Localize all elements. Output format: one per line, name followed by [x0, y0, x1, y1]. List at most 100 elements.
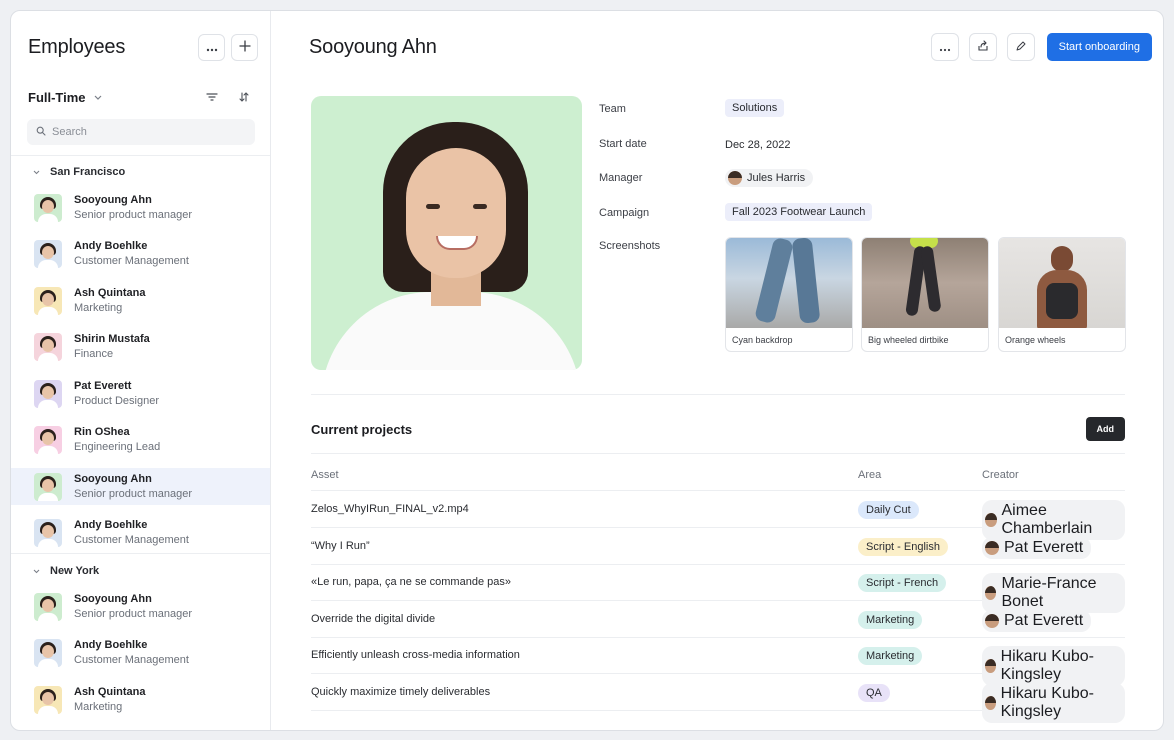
employee-list-item[interactable]: Ash Quintana Marketing: [11, 681, 270, 718]
chevron-down-icon[interactable]: [94, 92, 102, 102]
page-title: Sooyoung Ahn: [309, 36, 437, 58]
area-tag[interactable]: QA: [858, 684, 890, 702]
table-row[interactable]: Override the digital divide Marketing Pat …: [311, 601, 1125, 638]
screenshot-thumbnail: [862, 238, 988, 328]
campaign-label: Campaign: [599, 207, 650, 219]
employment-type-dropdown[interactable]: Full-Time: [28, 90, 86, 105]
table-row[interactable]: «Le run, papa, ça ne se commande pas» Scr…: [311, 564, 1125, 614]
table-row[interactable]: “Why I Run” Script - English Pat Everett: [311, 528, 1125, 565]
avatar: [34, 639, 62, 667]
campaign-value: Fall 2023 Footwear Launch: [725, 203, 873, 221]
screenshots-label: Screenshots: [599, 240, 661, 252]
employee-name: Ash Quintana: [74, 286, 146, 299]
app-window: Employees Full-Time Search San Francisco…: [10, 10, 1164, 731]
more-horizontal-icon: [939, 39, 951, 55]
creator-chip[interactable]: Hikaru Kubo-Kingsley: [982, 683, 1125, 723]
chevron-down-icon: [33, 168, 40, 177]
employee-list-item[interactable]: Andy Boehlke Customer Management: [11, 635, 270, 672]
area-cell: Daily Cut: [858, 500, 919, 519]
employee-name: Ash Quintana: [74, 685, 146, 698]
employee-role: Finance: [74, 348, 114, 360]
creator-name: Pat Everett: [1004, 611, 1084, 629]
area-tag[interactable]: Script - French: [858, 574, 947, 593]
sidebar-divider: [11, 553, 270, 554]
start-date-label: Start date: [599, 138, 647, 150]
column-header-area[interactable]: Area: [858, 469, 881, 481]
share-button[interactable]: [968, 33, 997, 61]
projects-title: Current projects: [311, 422, 413, 437]
avatar: [728, 171, 742, 185]
area-tag[interactable]: Script - English: [858, 537, 948, 556]
avatar: [985, 696, 996, 710]
employee-list-item[interactable]: Rin OShea Engineering Lead: [11, 422, 270, 459]
employee-role: Customer Management: [74, 534, 189, 546]
employee-name: Andy Boehlke: [74, 639, 148, 652]
employment-filter-row: Full-Time: [28, 87, 253, 107]
creator-name: Pat Everett: [1004, 538, 1084, 556]
group-header-new-york[interactable]: New York: [33, 563, 99, 579]
avatar: [985, 586, 997, 601]
search-box: [27, 119, 255, 145]
start-onboarding-button[interactable]: Start onboarding: [1046, 33, 1152, 61]
employee-list-item[interactable]: Sooyoung Ahn Senior product manager: [11, 189, 270, 226]
manager-value: Jules Harris: [725, 169, 814, 188]
area-cell: Marketing: [858, 610, 923, 629]
area-cell: Marketing: [858, 646, 923, 666]
screenshot-card[interactable]: Big wheeled dirtbike: [861, 237, 989, 352]
screenshot-card[interactable]: Cyan backdrop: [725, 237, 853, 352]
avatar: [985, 659, 996, 674]
employee-list-item[interactable]: Pat Everett Product Designer: [11, 375, 270, 412]
profile-photo: [311, 96, 582, 370]
filter-icon[interactable]: [203, 88, 221, 106]
sidebar-more-button[interactable]: [198, 33, 225, 61]
sidebar-title: Employees: [28, 35, 126, 58]
add-project-button[interactable]: Add: [1085, 417, 1125, 441]
section-divider: [311, 394, 1125, 395]
add-employee-button[interactable]: [231, 33, 258, 61]
team-value: Solutions: [725, 99, 785, 117]
chevron-down-icon: [33, 567, 40, 576]
table-top-divider: [311, 453, 1125, 454]
column-header-creator[interactable]: Creator: [982, 469, 1019, 481]
sidebar-divider: [11, 155, 270, 156]
employee-list-item[interactable]: Andy Boehlke Customer Management: [11, 515, 270, 552]
area-tag[interactable]: Marketing: [858, 647, 923, 666]
area-tag[interactable]: Marketing: [858, 610, 923, 629]
employee-name: Sooyoung Ahn: [74, 472, 152, 485]
employee-role: Product Designer: [74, 394, 159, 407]
table-row[interactable]: Quickly maximize timely deliverables QA Hi…: [311, 674, 1125, 723]
employee-list-item[interactable]: Andy Boehlke Customer Management: [11, 236, 270, 273]
employee-list-item[interactable]: Sooyoung Ahn Senior product manager: [11, 468, 270, 505]
column-header-asset[interactable]: Asset: [311, 469, 339, 481]
employee-list-item[interactable]: Sooyoung Ahn Senior product manager: [11, 588, 270, 625]
avatar: [34, 379, 62, 408]
employee-list-item[interactable]: Shirin Mustafa Finance: [11, 329, 270, 366]
creator-chip[interactable]: Pat Everett: [982, 609, 1092, 632]
asset-name: Efficiently unleash cross-media informat…: [311, 649, 520, 662]
employee-name: Rin OShea: [74, 426, 130, 439]
screenshot-caption: Orange wheels: [1005, 335, 1066, 345]
table-row[interactable]: Zelos_WhyIRun_FINAL_v2.mp4 Daily Cut Aimee…: [311, 491, 1125, 540]
search-input[interactable]: [52, 126, 242, 138]
team-chip[interactable]: Solutions: [725, 99, 785, 117]
asset-name: Override the digital divide: [311, 612, 436, 625]
edit-button[interactable]: [1006, 33, 1035, 61]
group-header-san-francisco[interactable]: San Francisco: [33, 164, 125, 180]
manager-chip[interactable]: Jules Harris: [725, 169, 814, 187]
employee-name: Shirin Mustafa: [74, 333, 150, 346]
more-options-button[interactable]: [930, 33, 959, 61]
sort-icon[interactable]: [235, 88, 253, 106]
employees-sidebar: Employees Full-Time Search San Francisco…: [11, 11, 271, 730]
area-tag[interactable]: Daily Cut: [858, 501, 919, 519]
creator-cell: Pat Everett: [982, 609, 1092, 633]
employee-role: Senior product manager: [74, 208, 193, 221]
table-row[interactable]: Efficiently unleash cross-media informat…: [311, 637, 1125, 687]
employee-role: Customer Management: [74, 255, 189, 267]
screenshot-card[interactable]: Orange wheels: [998, 237, 1126, 352]
employee-list-item[interactable]: Ash Quintana Marketing: [11, 282, 270, 319]
avatar: [34, 240, 62, 268]
campaign-chip[interactable]: Fall 2023 Footwear Launch: [725, 203, 873, 221]
group-name: San Francisco: [50, 166, 126, 178]
creator-chip[interactable]: Pat Everett: [982, 536, 1092, 559]
avatar: [985, 513, 997, 527]
